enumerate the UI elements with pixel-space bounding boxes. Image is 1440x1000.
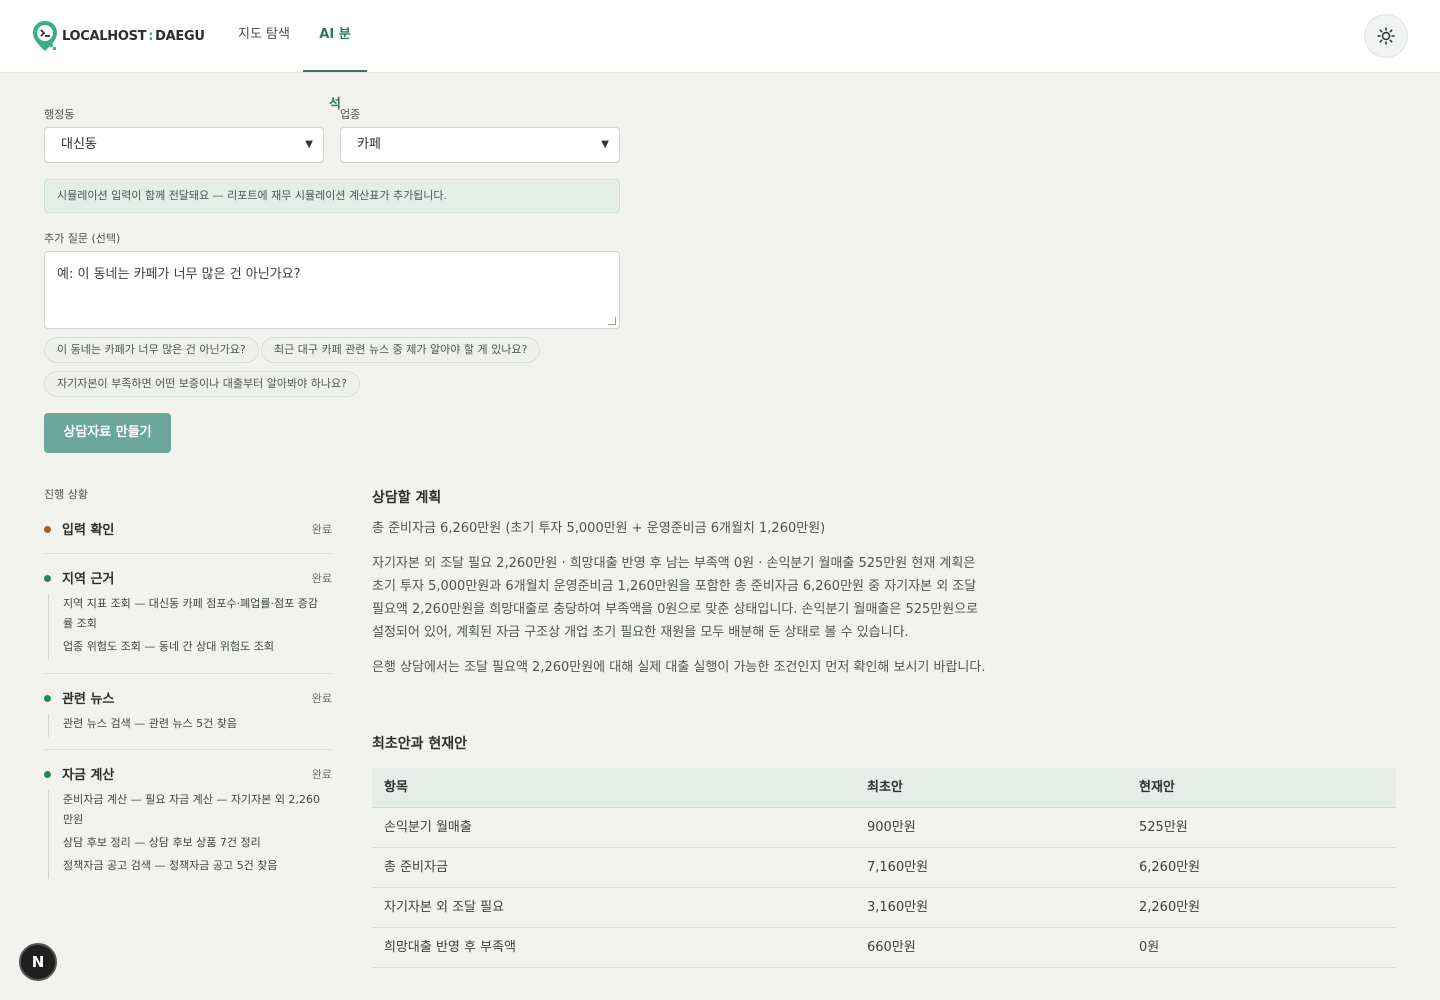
next-dev-indicator-button[interactable]: N: [19, 943, 57, 981]
table-cell: 총 준비자금: [384, 860, 448, 875]
suggestion-chip[interactable]: 이 동네는 카페가 너무 많은 건 아닌가요?: [44, 337, 259, 363]
logo[interactable]: LOCALHOST: DAEGU: [32, 20, 205, 52]
step-name: 지역 근거: [62, 572, 115, 587]
business-select-value: 카페: [357, 137, 381, 152]
theme-toggle-button[interactable]: [1364, 14, 1408, 58]
district-label: 행정동: [44, 108, 75, 121]
resize-grip-icon[interactable]: [608, 317, 616, 325]
step-name: 입력 확인: [62, 523, 115, 538]
table-cell: 2,260만원: [1139, 900, 1201, 915]
sub-item: 업종 위험도 조회 — 동네 간 상대 위험도 조회: [63, 640, 275, 653]
status-dot-icon: [44, 771, 51, 778]
create-report-button[interactable]: 상담자료 만들기: [44, 413, 171, 453]
logo-text: LOCALHOST: DAEGU: [62, 28, 205, 44]
sub-item: 정책자금 공고 검색 — 정책자금 공고 5건 찾음: [63, 859, 278, 872]
sun-icon: [1377, 27, 1395, 45]
plan-body: 자기자본 외 조달 필요 2,260만원 · 희망대출 반영 후 남는 부족액 …: [372, 556, 979, 640]
step-status: 완료: [311, 768, 332, 781]
chevron-down-icon: ▼: [305, 139, 313, 150]
table-row: 자기자본 외 조달 필요 3,160만원 2,260만원: [372, 888, 1396, 928]
status-dot-icon: [44, 526, 51, 533]
divider: [44, 749, 332, 750]
logo-pin-icon: [32, 20, 60, 52]
simulation-info-notice: 시뮬레이션 입력이 함께 전달돼요 — 리포트에 재무 시뮬레이션 계산표가 추…: [44, 179, 620, 213]
step-sub-list: 지역 지표 조회 — 대신동 카페 점포수·폐업률·점포 증감률 조회 업종 위…: [48, 594, 328, 660]
tab-map-explore[interactable]: 지도 탐색: [226, 0, 302, 72]
progress-step-region: 지역 근거 완료 지역 지표 조회 — 대신동 카페 점포수·폐업률·점포 증감…: [44, 568, 332, 660]
table-cell: 자기자본 외 조달 필요: [384, 900, 505, 915]
progress-step-news: 관련 뉴스 완료 관련 뉴스 검색 — 관련 뉴스 5건 찾음: [44, 688, 332, 737]
table-row: 총 준비자금 7,160만원 6,260만원: [372, 848, 1396, 888]
progress-step-input: 입력 확인 완료: [44, 519, 332, 539]
divider: [44, 673, 332, 674]
question-placeholder: 예: 이 동네는 카페가 너무 많은 건 아닌가요?: [57, 267, 301, 282]
sub-item: 상담 후보 정리 — 상담 후보 상품 7건 정리: [63, 836, 261, 849]
table-header: 항목 최초안 현재안: [372, 768, 1396, 808]
table-cell: 525만원: [1139, 820, 1188, 835]
table-cell: 660만원: [867, 940, 916, 955]
sub-item: 준비자금 계산 — 필요 자금 계산 — 자기자본 외 2,260만원: [63, 793, 320, 826]
top-header: LOCALHOST: DAEGU 지도 탐색 AI 분석: [0, 0, 1440, 112]
divider: [44, 553, 332, 554]
table-cell: 3,160만원: [867, 900, 929, 915]
plan-summary: 총 준비자금 6,260만원 (초기 투자 5,000만원 + 운영준비금 6개…: [372, 521, 826, 536]
plan-title: 상담할 계획: [372, 490, 442, 506]
step-name: 관련 뉴스: [62, 692, 115, 707]
table-cell: 900만원: [867, 820, 916, 835]
step-sub-list: 관련 뉴스 검색 — 관련 뉴스 5건 찾음: [48, 714, 328, 737]
business-select[interactable]: 카페 ▼: [340, 127, 620, 163]
column-header: 최초안: [867, 780, 903, 795]
step-status: 완료: [311, 692, 332, 705]
step-sub-list: 준비자금 계산 — 필요 자금 계산 — 자기자본 외 2,260만원 상담 후…: [48, 790, 328, 879]
table-cell: 0원: [1139, 940, 1160, 955]
progress-title: 진행 상황: [44, 488, 88, 501]
table-cell: 6,260만원: [1139, 860, 1201, 875]
progress-step-funding: 자금 계산 완료 준비자금 계산 — 필요 자금 계산 — 자기자본 외 2,2…: [44, 764, 332, 879]
status-dot-icon: [44, 695, 51, 702]
table-row: 손익분기 월매출 900만원 525만원: [372, 808, 1396, 848]
suggestion-chip[interactable]: 자기자본이 부족하면 어떤 보증이나 대출부터 알아봐야 하나요?: [44, 371, 360, 397]
district-select[interactable]: 대신동 ▼: [44, 127, 324, 163]
chevron-down-icon: ▼: [601, 139, 609, 150]
table-cell: 희망대출 반영 후 부족액: [384, 940, 516, 955]
step-status: 완료: [311, 523, 332, 536]
column-header: 항목: [384, 780, 408, 795]
question-textarea[interactable]: 예: 이 동네는 카페가 너무 많은 건 아닌가요?: [44, 251, 620, 329]
status-dot-icon: [44, 575, 51, 582]
table-row: 희망대출 반영 후 부족액 660만원 0원: [372, 928, 1396, 968]
suggestion-chip[interactable]: 최근 대구 카페 관련 뉴스 중 제가 알아야 할 게 있나요?: [261, 337, 541, 363]
comparison-table: 항목 최초안 현재안 손익분기 월매출 900만원 525만원 총 준비자금 7…: [372, 768, 1396, 968]
sub-item: 지역 지표 조회 — 대신동 카페 점포수·폐업률·점포 증감률 조회: [63, 597, 318, 630]
business-label: 업종: [340, 108, 361, 121]
comparison-title: 최초안과 현재안: [372, 736, 468, 752]
question-label: 추가 질문 (선택): [44, 232, 121, 245]
step-name: 자금 계산: [62, 768, 115, 783]
sub-item: 관련 뉴스 검색 — 관련 뉴스 5건 찾음: [63, 717, 238, 730]
table-cell: 7,160만원: [867, 860, 929, 875]
district-select-value: 대신동: [61, 137, 97, 152]
step-status: 완료: [311, 572, 332, 585]
plan-advice: 은행 상담에서는 조달 필요액 2,260만원에 대해 실제 대출 실행이 가능…: [372, 660, 986, 675]
tab-ai-analysis[interactable]: AI 분석: [303, 0, 367, 112]
column-header: 현재안: [1139, 780, 1175, 795]
table-cell: 손익분기 월매출: [384, 820, 472, 835]
